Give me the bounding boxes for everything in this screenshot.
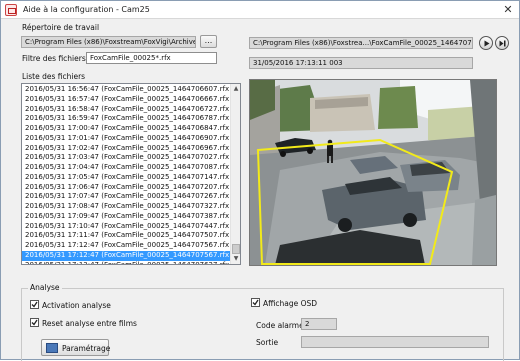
file-list-item[interactable]: 2016/05/31 17:02:47 (FoxCamFile_00025_14…: [22, 144, 231, 154]
timestamp-field: 31/05/2016 17:13:11 003: [249, 57, 473, 69]
camera-image: [250, 80, 496, 265]
workdir-field[interactable]: C:\Program Files (x86)\Foxstream\FoxVigi…: [21, 36, 196, 48]
file-list-item[interactable]: 2016/05/31 17:07:47 (FoxCamFile_00025_14…: [22, 192, 231, 202]
play-icon: [484, 40, 490, 47]
file-list-item[interactable]: 2016/05/31 17:00:47 (FoxCamFile_00025_14…: [22, 124, 231, 134]
osd-checkbox[interactable]: [251, 298, 260, 307]
file-list-item[interactable]: 2016/05/31 17:11:47 (FoxCamFile_00025_14…: [22, 231, 231, 241]
settings-icon: [46, 343, 58, 353]
file-list-item[interactable]: 2016/05/31 17:13:47 (FoxCamFile_00025_14…: [22, 261, 231, 265]
file-list-items: 2016/05/31 16:56:47 (FoxCamFile_00025_14…: [22, 85, 231, 265]
file-list-item[interactable]: 2016/05/31 16:58:47 (FoxCamFile_00025_14…: [22, 105, 231, 115]
title-bar[interactable]: Aide à la configuration - Cam25 ✕: [1, 1, 519, 19]
file-list-item[interactable]: 2016/05/31 17:12:47 (FoxCamFile_00025_14…: [22, 241, 231, 251]
browse-button[interactable]: ...: [200, 35, 217, 48]
file-list[interactable]: 2016/05/31 16:56:47 (FoxCamFile_00025_14…: [21, 83, 241, 265]
window-title: Aide à la configuration - Cam25: [23, 5, 150, 14]
file-list-item[interactable]: 2016/05/31 17:06:47 (FoxCamFile_00025_14…: [22, 183, 231, 193]
parametrage-button[interactable]: Paramétrage: [41, 339, 111, 356]
file-list-item[interactable]: 2016/05/31 17:12:47 (FoxCamFile_00025_14…: [22, 250, 231, 261]
config-window: Aide à la configuration - Cam25 ✕ Répert…: [0, 0, 520, 361]
close-icon[interactable]: ✕: [501, 4, 515, 16]
next-button[interactable]: [495, 36, 509, 50]
workdir-label: Répertoire de travail: [22, 23, 100, 32]
current-file-field: C:\Program Files (x86)\Foxstrea...\FoxCa…: [249, 37, 473, 49]
app-icon: [5, 4, 17, 16]
filter-input[interactable]: FoxCamFile_00025*.rfx: [86, 52, 217, 64]
file-list-item[interactable]: 2016/05/31 16:59:47 (FoxCamFile_00025_14…: [22, 114, 231, 124]
parametrage-label: Paramétrage: [62, 344, 111, 353]
scroll-thumb[interactable]: [232, 244, 240, 254]
file-list-item[interactable]: 2016/05/31 17:08:47 (FoxCamFile_00025_14…: [22, 202, 231, 212]
check-icon: [252, 299, 259, 306]
reset-label: Reset analyse entre films: [42, 319, 137, 328]
file-list-item[interactable]: 2016/05/31 16:57:47 (FoxCamFile_00025_14…: [22, 95, 231, 105]
play-button[interactable]: [479, 36, 493, 50]
file-list-item[interactable]: 2016/05/31 16:56:47 (FoxCamFile_00025_14…: [22, 85, 231, 95]
sortie-field[interactable]: [301, 336, 489, 348]
reset-checkbox[interactable]: [30, 318, 39, 327]
filter-label: Filtre des fichiers: [22, 54, 86, 63]
analyse-legend: Analyse: [28, 283, 62, 292]
file-list-item[interactable]: 2016/05/31 17:03:47 (FoxCamFile_00025_14…: [22, 153, 231, 163]
video-frame: [249, 79, 497, 266]
file-list-item[interactable]: 2016/05/31 17:10:47 (FoxCamFile_00025_14…: [22, 222, 231, 232]
code-alarme-label: Code alarme: [256, 321, 304, 330]
check-icon: [31, 319, 38, 326]
scroll-down-icon[interactable]: ▼: [232, 255, 240, 263]
file-list-item[interactable]: 2016/05/31 17:05:47 (FoxCamFile_00025_14…: [22, 173, 231, 183]
activation-label: Activation analyse: [42, 301, 111, 310]
osd-label: Affichage OSD: [263, 299, 318, 308]
next-icon: [499, 40, 506, 47]
file-list-item[interactable]: 2016/05/31 17:09:47 (FoxCamFile_00025_14…: [22, 212, 231, 222]
file-list-item[interactable]: 2016/05/31 17:04:47 (FoxCamFile_00025_14…: [22, 163, 231, 173]
file-list-item[interactable]: 2016/05/31 17:01:47 (FoxCamFile_00025_14…: [22, 134, 231, 144]
file-list-label: Liste des fichiers: [22, 72, 86, 81]
file-list-scrollbar[interactable]: ▲ ▼: [230, 84, 240, 264]
check-icon: [31, 301, 38, 308]
scroll-up-icon[interactable]: ▲: [232, 85, 240, 93]
activation-checkbox[interactable]: [30, 300, 39, 309]
sortie-label: Sortie: [256, 338, 279, 347]
code-alarme-field[interactable]: 2: [301, 318, 337, 330]
